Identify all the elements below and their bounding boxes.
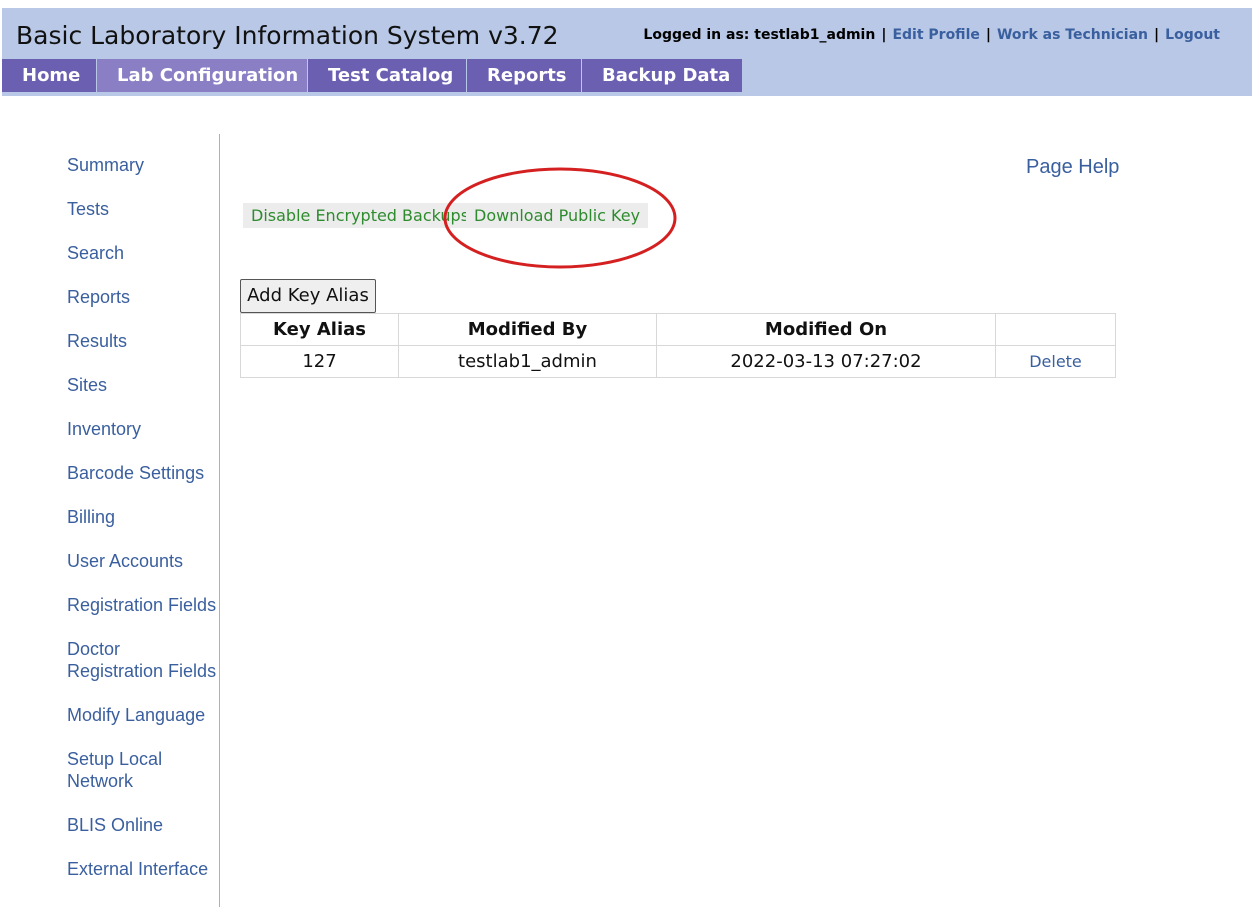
sidebar-item-user-accounts[interactable]: User Accounts xyxy=(67,550,183,572)
app-title: Basic Laboratory Information System v3.7… xyxy=(16,21,559,50)
sidebar-item-barcode-settings[interactable]: Barcode Settings xyxy=(67,462,204,484)
logout-link[interactable]: Logout xyxy=(1165,27,1220,43)
logged-in-label: Logged in as: testlab1_admin xyxy=(643,27,876,43)
sidebar-item-external-interface[interactable]: External Interface xyxy=(67,858,208,880)
column-header-modified-by: Modified By xyxy=(398,313,657,346)
sidebar-item-setup-local-network[interactable]: Setup Local Network xyxy=(67,748,177,792)
edit-profile-link[interactable]: Edit Profile xyxy=(892,27,979,43)
sidebar: Summary Tests Search Reports Results Sit… xyxy=(0,134,220,907)
sidebar-item-tests[interactable]: Tests xyxy=(67,198,109,220)
sidebar-item-doctor-registration-fields[interactable]: Doctor Registration Fields xyxy=(67,638,217,682)
nav-tab-backup-data[interactable]: Backup Data xyxy=(582,59,743,92)
column-header-actions xyxy=(995,313,1116,346)
cell-key-alias: 127 xyxy=(240,345,399,378)
column-header-modified-on: Modified On xyxy=(656,313,996,346)
sidebar-item-reports[interactable]: Reports xyxy=(67,286,130,308)
red-circle-annotation xyxy=(443,167,677,269)
sidebar-item-billing[interactable]: Billing xyxy=(67,506,115,528)
key-alias-table: Key Alias Modified By Modified On 127 te… xyxy=(240,313,1116,378)
page-help-link[interactable]: Page Help xyxy=(1026,156,1119,179)
sidebar-item-summary[interactable]: Summary xyxy=(67,154,144,176)
cell-action: Delete xyxy=(995,345,1116,378)
table-row: 127 testlab1_admin 2022-03-13 07:27:02 D… xyxy=(240,345,1116,378)
sidebar-item-results[interactable]: Results xyxy=(67,330,127,352)
sidebar-item-search[interactable]: Search xyxy=(67,242,124,264)
cell-modified-on: 2022-03-13 07:27:02 xyxy=(656,345,996,378)
nav-tab-lab-configuration[interactable]: Lab Configuration xyxy=(97,59,308,92)
work-as-technician-link[interactable]: Work as Technician xyxy=(997,27,1148,43)
sidebar-item-inventory[interactable]: Inventory xyxy=(67,418,141,440)
add-key-alias-button[interactable]: Add Key Alias xyxy=(240,279,376,313)
sidebar-item-sites[interactable]: Sites xyxy=(67,374,107,396)
nav-tab-reports[interactable]: Reports xyxy=(467,59,582,92)
column-header-key-alias: Key Alias xyxy=(240,313,399,346)
main-nav: Home Lab Configuration Test Catalog Repo… xyxy=(2,59,743,92)
user-bar: Logged in as: testlab1_admin | Edit Profil… xyxy=(643,27,1220,43)
table-header-row: Key Alias Modified By Modified On xyxy=(240,313,1116,346)
separator: | xyxy=(881,27,887,43)
sidebar-item-registration-fields[interactable]: Registration Fields xyxy=(67,594,216,616)
separator: | xyxy=(985,27,991,43)
nav-tab-test-catalog[interactable]: Test Catalog xyxy=(308,59,467,92)
sidebar-item-modify-language[interactable]: Modify Language xyxy=(67,704,205,726)
delete-link[interactable]: Delete xyxy=(1029,352,1082,371)
cell-modified-by: testlab1_admin xyxy=(398,345,657,378)
separator: | xyxy=(1154,27,1160,43)
sidebar-item-blis-online[interactable]: BLIS Online xyxy=(67,814,163,836)
header-bar: Basic Laboratory Information System v3.7… xyxy=(2,8,1252,96)
nav-tab-home[interactable]: Home xyxy=(2,59,97,92)
